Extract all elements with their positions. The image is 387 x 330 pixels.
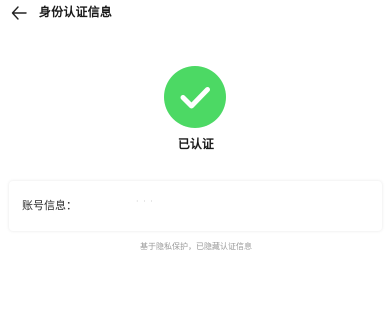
privacy-notice: 基于隐私保护，已隐藏认证信息 — [140, 242, 252, 251]
page-title: 身份认证信息 — [39, 5, 113, 19]
back-button[interactable] — [8, 3, 30, 23]
account-info-label: 账号信息： — [22, 199, 77, 212]
verification-status: 已认证 — [0, 66, 387, 156]
top-bar: 身份认证信息 — [0, 0, 387, 26]
account-info-value: · · · — [136, 197, 154, 206]
status-label: 已认证 — [177, 137, 214, 151]
arrow-left-icon — [11, 6, 27, 20]
account-info-card: 账号信息： · · · — [9, 181, 382, 231]
check-circle-icon — [164, 66, 226, 128]
identity-verification-page: 身份认证信息 已认证 账号信息： · · · 基于隐私保护，已隐藏认证信息 — [0, 0, 387, 330]
